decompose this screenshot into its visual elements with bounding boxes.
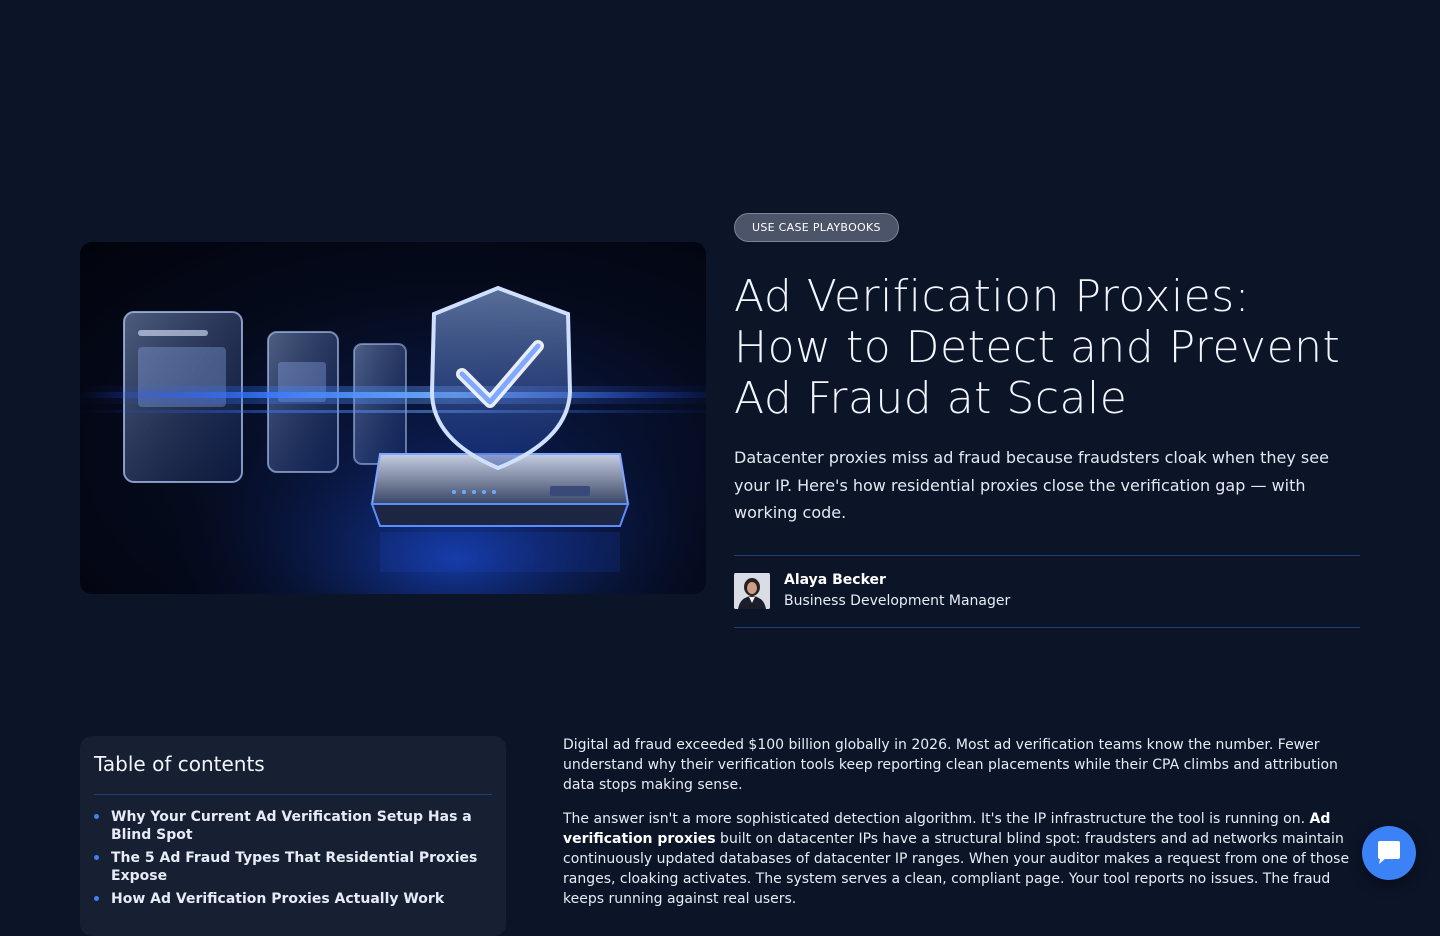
author-info: Alaya Becker Business Development Manage… [784,570,1010,612]
table-of-contents: Table of contents Why Your Current Ad Ve… [80,736,506,936]
hero-image [80,242,706,594]
author-byline: Alaya Becker Business Development Manage… [734,554,1360,628]
paragraph-text: The answer isn't a more sophisticated de… [563,811,1310,827]
chat-bubble-icon [1378,841,1400,864]
category-pill[interactable]: USE CASE PLAYBOOKS [734,213,899,242]
author-photo [734,573,770,609]
page-title: Ad Verification Proxies: How to Detect a… [734,271,1341,424]
page-subtitle: Datacenter proxies miss ad fraud because… [734,448,1329,522]
shield-checkmark-illustration [80,242,706,594]
author-name[interactable]: Alaya Becker [784,570,1010,590]
hero-text: USE CASE PLAYBOOKS Ad Verification Proxi… [734,213,1360,628]
toc-item[interactable]: Why Your Current Ad Verification Setup H… [94,808,492,844]
toc-item[interactable]: The 5 Ad Fraud Types That Residential Pr… [94,849,492,885]
article-paragraph: Digital ad fraud exceeded $100 billion g… [563,737,1338,793]
chat-button[interactable] [1362,826,1416,880]
article-paragraph: The answer isn't a more sophisticated de… [563,809,1360,909]
article-body: Digital ad fraud exceeded $100 billion g… [563,735,1360,923]
toc-item[interactable]: How Ad Verification Proxies Actually Wor… [94,890,492,908]
toc-divider [94,794,492,795]
toc-list: Why Your Current Ad Verification Setup H… [94,808,492,908]
toc-title: Table of contents [94,752,265,776]
avatar[interactable] [734,573,770,609]
author-role: Business Development Manager [784,593,1011,609]
article-hero: USE CASE PLAYBOOKS Ad Verification Proxi… [80,213,1360,628]
